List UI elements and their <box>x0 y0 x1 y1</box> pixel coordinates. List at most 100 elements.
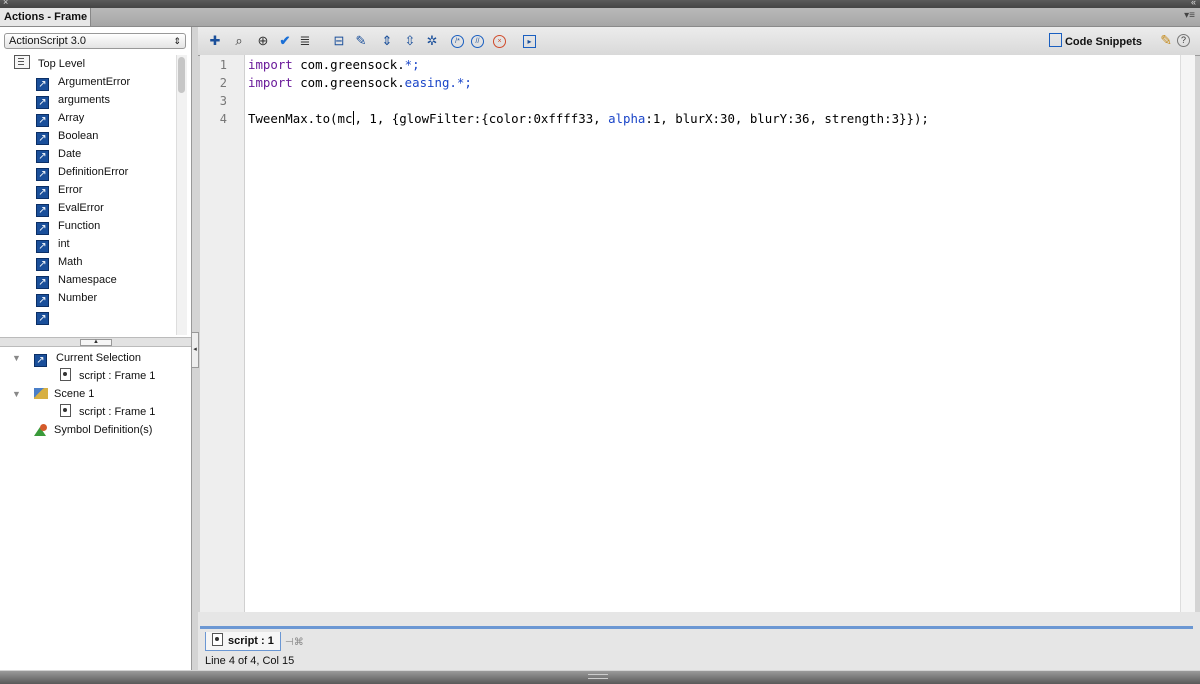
close-icon[interactable]: × <box>3 0 8 7</box>
list-item[interactable]: ↗ DefinitionError <box>36 163 128 181</box>
class-icon: ↗ <box>36 222 49 235</box>
disclosure-triangle-icon[interactable]: ▼ <box>12 349 21 367</box>
tree-row-scene[interactable]: ▼ Scene 1 <box>0 385 191 403</box>
list-item-label: arguments <box>58 94 110 106</box>
insert-target-path-icon[interactable]: ⊕ <box>255 33 271 49</box>
list-item-label: Number <box>58 292 98 304</box>
class-icon: ↗ <box>36 276 49 289</box>
code-snippets-icon <box>1048 33 1062 47</box>
splitter-grip-icon[interactable]: ▲ <box>80 339 112 346</box>
list-item-label: Date <box>58 148 82 160</box>
list-item[interactable]: ↗ int <box>36 235 70 253</box>
keyword-token: import <box>248 75 293 90</box>
code-snippets-label: Code Snippets <box>1064 36 1142 48</box>
list-item[interactable]: ↗ Date <box>36 145 81 163</box>
actions-toolbar: ✚ ⌕ ⊕ ✔ ≣ ⊟ ✎ ⇕ ⇳ ✲ /* // × ▸ Code Snipp… <box>198 27 1200 56</box>
list-item[interactable]: ↗ ArgumentError <box>36 73 130 91</box>
auto-format-icon[interactable]: ≣ <box>297 33 313 49</box>
list-item-label: Boolean <box>58 130 99 142</box>
symbol-definitions-icon <box>34 423 48 436</box>
current-selection-label: Current Selection <box>56 352 141 364</box>
apply-line-comment-icon[interactable]: // <box>471 35 484 48</box>
show-hide-toolbox-icon[interactable]: ▸ <box>523 35 536 48</box>
class-icon: ↗ <box>36 168 49 181</box>
actions-frame-tab[interactable]: Actions - Frame <box>0 8 91 26</box>
code-token: , 1, {glowFilter:{color:0xffff33, <box>354 111 609 126</box>
code-token: TweenMax.to(mc <box>248 111 353 126</box>
show-code-hint-icon[interactable]: ⊟ <box>331 33 347 49</box>
expand-all-icon[interactable]: ✲ <box>424 33 440 49</box>
library-root[interactable]: Top Level <box>14 55 85 73</box>
library-scroll-thumb[interactable] <box>178 57 185 93</box>
list-item[interactable]: ↗ Boolean <box>36 127 98 145</box>
property-token: alpha <box>608 111 646 126</box>
list-item[interactable]: ↗ Array <box>36 109 84 127</box>
collapse-toolbox-handle[interactable]: ◂ <box>191 332 199 368</box>
disclosure-triangle-icon[interactable]: ▼ <box>12 385 21 403</box>
scene-script-label: script : Frame 1 <box>79 406 156 418</box>
line-number: 4 <box>219 112 227 126</box>
list-item[interactable]: ↗ Function <box>36 217 100 235</box>
list-item[interactable]: ↗ Number <box>36 289 97 307</box>
status-line: Line 4 of 4, Col 15 <box>205 655 295 667</box>
select-arrows-icon: ⇕ <box>173 36 181 46</box>
list-item[interactable]: ↗ EvalError <box>36 199 104 217</box>
list-item[interactable]: ↗ arguments <box>36 91 110 109</box>
code-line-2[interactable]: import com.greensock.easing.*; <box>248 74 472 92</box>
help-icon[interactable]: ? <box>1177 34 1190 47</box>
library-root-label: Top Level <box>38 58 86 70</box>
code-snippets-button[interactable]: Code Snippets <box>1048 33 1142 50</box>
tree-row-symbols[interactable]: Symbol Definition(s) <box>34 421 152 439</box>
list-item-label: ArgumentError <box>58 76 131 88</box>
list-item[interactable]: ↗ Error <box>36 181 82 199</box>
list-item[interactable]: ↗ Math <box>36 253 82 271</box>
code-line-4[interactable]: TweenMax.to(mc, 1, {glowFilter:{color:0x… <box>248 110 929 128</box>
list-item[interactable]: ↗ <box>36 307 58 325</box>
panel-menu-icon[interactable]: ▾≡ <box>1184 10 1195 21</box>
pane-splitter[interactable]: ▲ <box>0 337 191 347</box>
collapse-panel-icon[interactable]: « <box>1191 0 1196 7</box>
panel-tab-bar: Actions - Frame ▾≡ <box>0 8 1200 27</box>
book-icon <box>14 55 30 69</box>
find-icon[interactable]: ⌕ <box>231 33 247 49</box>
list-item-label: Array <box>58 112 85 124</box>
code-line-1[interactable]: import com.greensock.*; <box>248 56 420 74</box>
class-icon: ↗ <box>36 204 49 217</box>
class-icon: ↗ <box>36 186 49 199</box>
list-item-label: EvalError <box>58 202 104 214</box>
list-item-label: Math <box>58 256 83 268</box>
actions-toolbox: ActionScript 3.0 ⇕ Top Level ↗ ArgumentEr… <box>0 27 192 670</box>
collapse-selection-icon[interactable]: ⇳ <box>402 33 418 49</box>
scene-icon <box>34 388 48 399</box>
tree-row-current-selection[interactable]: ▼ ↗ Current Selection <box>0 349 191 367</box>
list-item-label: Namespace <box>58 274 117 286</box>
script-editor[interactable]: 1 2 3 4 import com.greensock.*; import c… <box>200 55 1180 612</box>
class-icon: ↗ <box>36 294 49 307</box>
panel-resize-bar[interactable] <box>0 671 1200 684</box>
remove-comment-icon[interactable]: × <box>493 35 506 48</box>
class-icon: ↗ <box>36 96 49 109</box>
resize-grip-icon[interactable] <box>588 674 608 679</box>
script-icon <box>60 368 71 381</box>
class-icon: ↗ <box>36 240 49 253</box>
tree-row-scene-script[interactable]: script : Frame 1 <box>60 403 155 421</box>
class-icon: ↗ <box>36 78 49 91</box>
debug-options-icon[interactable]: ✎ <box>353 33 369 49</box>
collapse-between-braces-icon[interactable]: ⇕ <box>379 33 395 49</box>
check-syntax-icon[interactable]: ✔ <box>277 33 293 49</box>
tree-row-current-script[interactable]: script : Frame 1 <box>60 367 155 385</box>
list-item-label: Error <box>58 184 83 196</box>
editor-scrollbar[interactable] <box>1180 55 1195 612</box>
apply-block-comment-icon[interactable]: /* <box>451 35 464 48</box>
package-token: com.greensock. <box>292 75 405 90</box>
script-assist-wand-icon[interactable]: ✎ <box>1160 32 1172 49</box>
language-select[interactable]: ActionScript 3.0 ⇕ <box>4 33 186 49</box>
pin-script-icon[interactable]: ⊣⌘ <box>285 637 304 648</box>
script-tab[interactable]: script : 1 <box>205 632 281 651</box>
add-new-item-icon[interactable]: ✚ <box>207 33 223 49</box>
keyword-token: import <box>248 57 293 72</box>
list-item[interactable]: ↗ Namespace <box>36 271 117 289</box>
line-number: 2 <box>219 76 227 90</box>
script-tab-label: script : 1 <box>228 635 274 647</box>
library-scrollbar[interactable] <box>176 55 187 335</box>
